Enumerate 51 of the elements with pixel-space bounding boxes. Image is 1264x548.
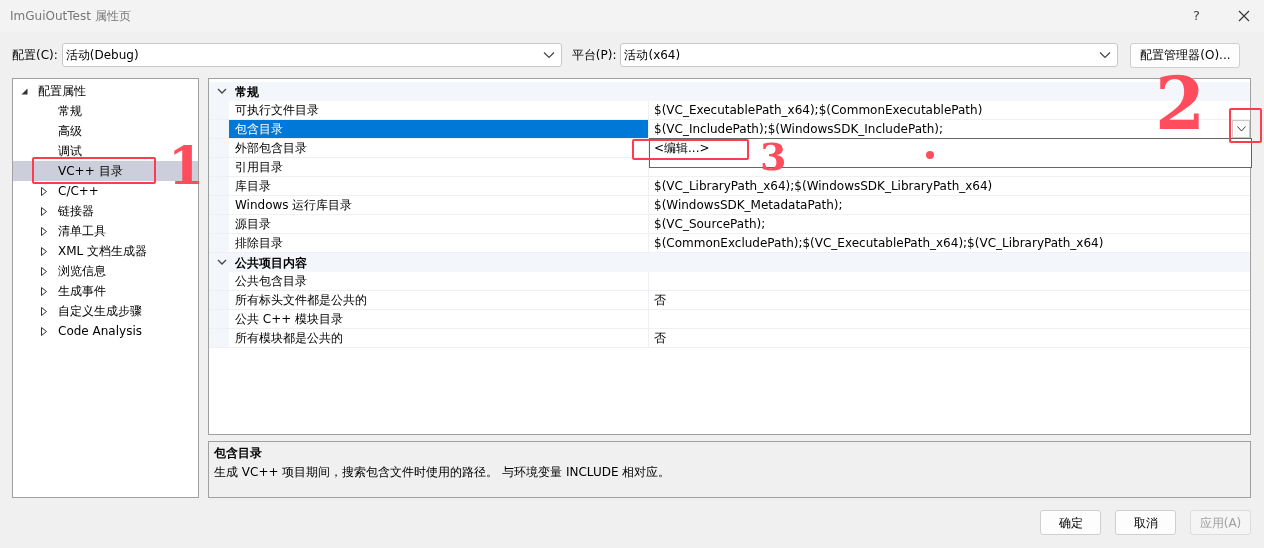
property-value: $(CommonExcludePath);$(VC_ExecutablePath_x64);$(VC_LibraryPath_x64)	[654, 235, 1104, 252]
property-name[interactable]: 库目录	[229, 177, 649, 195]
config-label: 配置(C):	[12, 47, 58, 64]
chevron-down-icon[interactable]	[217, 259, 229, 266]
chevron-down-icon	[542, 51, 555, 59]
chevron-down-icon[interactable]	[217, 88, 229, 95]
property-name[interactable]: 所有模块都是公共的	[229, 329, 649, 347]
tree-item[interactable]: 浏览信息	[13, 261, 198, 281]
highlight-frame	[1229, 108, 1262, 143]
property-name[interactable]: 可执行文件目录	[229, 101, 649, 119]
property-value: $(VC_ExecutablePath_x64);$(CommonExecutablePath)	[654, 102, 983, 119]
tree-item[interactable]: 配置属性	[13, 81, 198, 101]
tree-item[interactable]: 高级	[13, 121, 198, 141]
dropdown-button[interactable]	[1232, 120, 1250, 138]
property-value: $(VC_LibraryPath_x64);$(WindowsSDK_LibraryPath_x64)	[654, 178, 993, 195]
platform-dropdown[interactable]: 活动(x64)	[620, 43, 1119, 67]
dropdown-option[interactable]: <编辑...>	[650, 139, 714, 157]
platform-label: 平台(P):	[571, 47, 617, 64]
property-name[interactable]: 源目录	[229, 215, 649, 233]
config-manager-button[interactable]: 配置管理器(O)...	[1130, 42, 1241, 68]
section-header[interactable]: 公共项目内容	[209, 253, 1250, 272]
property-name[interactable]: 所有标头文件都是公共的	[229, 291, 649, 309]
tree-item[interactable]: XML 文档生成器	[13, 241, 198, 261]
help-button[interactable]: ?	[1193, 6, 1200, 26]
tree-item[interactable]: 常规	[13, 101, 198, 121]
property-name[interactable]: 排除目录	[229, 234, 649, 252]
config-dropdown[interactable]: 活动(Debug)	[61, 43, 562, 67]
chevron-down-icon	[1236, 126, 1246, 132]
tree-item[interactable]: 清单工具	[13, 221, 198, 241]
annotation-number: 3	[760, 138, 787, 176]
property-value: 否	[654, 330, 666, 347]
property-value: $(VC_SourcePath);	[654, 216, 766, 233]
property-name[interactable]: Windows 运行库目录	[229, 196, 649, 214]
dialog-button[interactable]: 取消	[1115, 510, 1176, 535]
description-title: 包含目录	[214, 445, 263, 462]
property-value: $(WindowsSDK_MetadataPath);	[654, 197, 843, 214]
close-icon[interactable]	[1238, 10, 1250, 22]
window-title: ImGuiOutTest 属性页	[10, 8, 131, 25]
property-name[interactable]: 公共 C++ 模块目录	[229, 310, 649, 328]
dialog-button: 应用(A)	[1190, 510, 1251, 535]
tree-item[interactable]: Code Analysis	[13, 321, 198, 341]
property-value: $(VC_IncludePath);$(WindowsSDK_IncludePath);	[654, 121, 944, 138]
property-name[interactable]: 包含目录	[229, 120, 649, 138]
chevron-down-icon	[1099, 51, 1112, 59]
property-name[interactable]: 公共包含目录	[229, 272, 649, 290]
property-value: 否	[654, 292, 666, 309]
description-text: 生成 VC++ 项目期间，搜索包含文件时使用的路径。 与环境变量 INCLUDE 相对应。	[214, 464, 672, 481]
tree-item[interactable]: 生成事件	[13, 281, 198, 301]
tree-item[interactable]: 链接器	[13, 201, 198, 221]
tree-item[interactable]: 自定义生成步骤	[13, 301, 198, 321]
dialog-button[interactable]: 确定	[1040, 510, 1101, 535]
